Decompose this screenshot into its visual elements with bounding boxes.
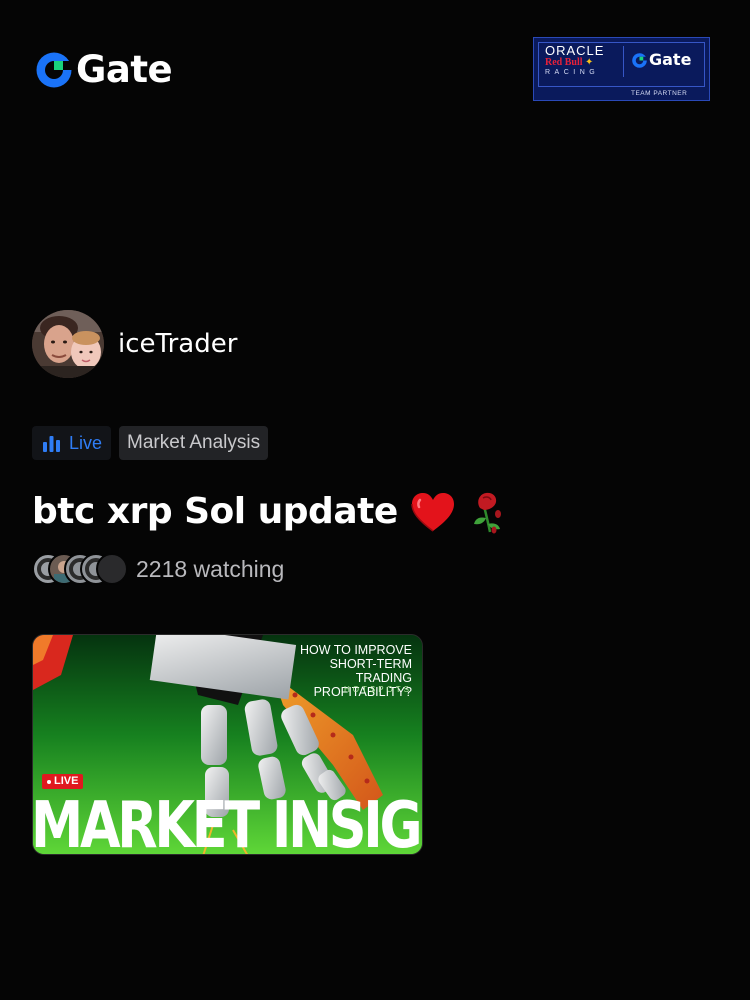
watchers: 2218 watching — [32, 553, 284, 585]
bar-chart-icon — [43, 435, 60, 452]
partner-badge: ORACLE Red Bull ✦ RACING Gate TEAM PARTN… — [533, 37, 710, 101]
partner-racing-text: RACING — [545, 69, 600, 76]
viewer-avatar — [96, 553, 128, 585]
stream-title: btc xrp Sol update — [32, 488, 512, 536]
live-tag: Live — [32, 426, 112, 460]
partner-redbull-text: Red Bull — [545, 57, 583, 68]
viewer-avatars — [32, 553, 128, 585]
category-tag[interactable]: Market Analysis — [119, 426, 269, 460]
heart-icon — [411, 493, 454, 532]
live-stream-page: Gate ORACLE Red Bull ✦ RACING Gate TEAM … — [0, 0, 750, 1000]
thumbnail-subline: HOTSPOTS — [343, 685, 412, 694]
live-tag-label: Live — [69, 433, 103, 453]
live-dot-icon — [47, 779, 51, 784]
thumbnail-live-badge: LIVE — [42, 774, 84, 789]
host-avatar-image — [32, 310, 104, 378]
partner-bull-icon: ✦ — [585, 57, 594, 68]
stream-title-text: btc xrp Sol update — [32, 491, 398, 532]
partner-oracle-text: ORACLE — [545, 43, 605, 58]
partner-gate-text: Gate — [649, 50, 692, 69]
gate-logo-icon — [632, 52, 647, 68]
wilted-rose-icon — [473, 492, 501, 534]
partner-divider — [623, 46, 624, 77]
partner-footer-text: TEAM PARTNER — [631, 90, 688, 97]
host-avatar[interactable] — [32, 310, 104, 378]
stream-thumbnail[interactable]: HOW TO IMPROVE SHORT-TERM TRADING PROFIT… — [32, 634, 423, 855]
partner-gate-logo: Gate — [632, 51, 691, 69]
host-profile[interactable]: iceTrader — [32, 310, 237, 378]
watch-count: 2218 watching — [136, 556, 285, 582]
gate-logo-icon — [36, 52, 72, 88]
thumbnail-live-label: LIVE — [54, 775, 79, 787]
brand-name: Gate — [76, 48, 173, 91]
thumbnail-brand: MARKET INSIGHT — [33, 794, 422, 855]
host-name[interactable]: iceTrader — [118, 329, 237, 359]
gate-brand[interactable]: Gate — [36, 48, 173, 91]
stream-tags: Live Market Analysis — [32, 426, 269, 460]
category-tag-label: Market Analysis — [127, 432, 261, 453]
thumbnail-brand-text: MARKET INSIGHT — [33, 794, 422, 855]
